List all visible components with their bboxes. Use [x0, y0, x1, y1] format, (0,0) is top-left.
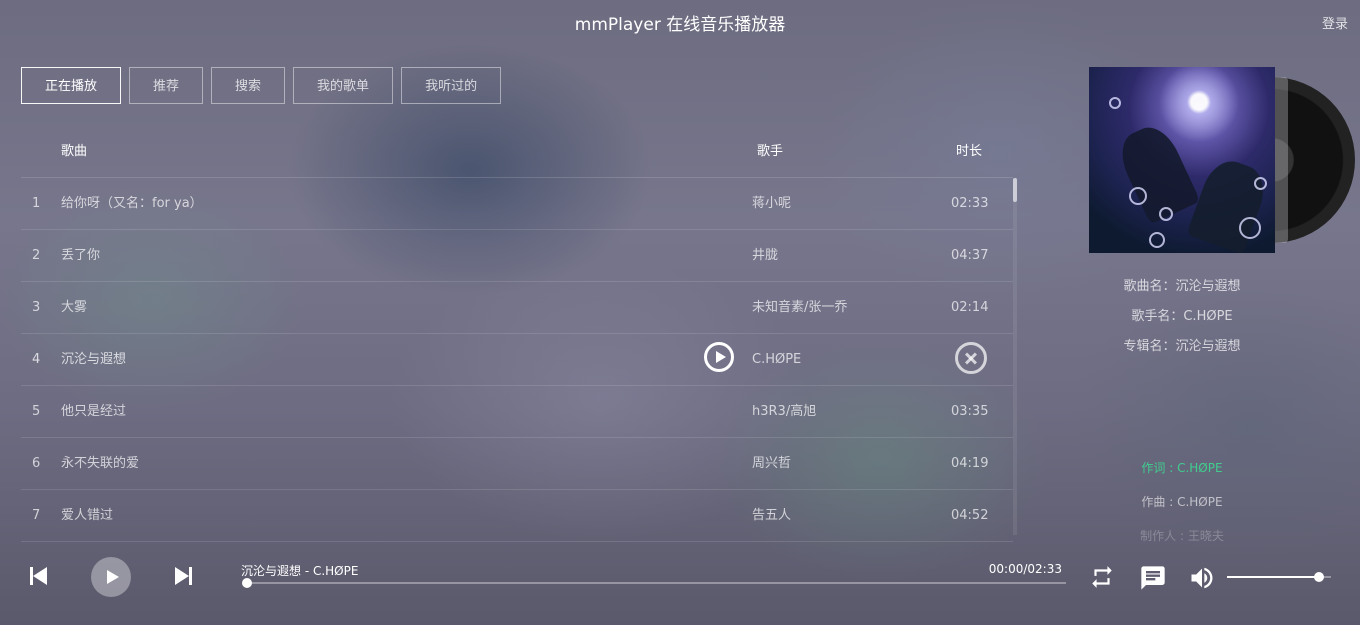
cover-art-bubble — [1129, 187, 1147, 205]
progress-bar[interactable] — [242, 578, 1066, 588]
lyric-line: 作曲 : C.HØPE — [1141, 495, 1223, 509]
login-link[interactable]: 登录 — [1322, 13, 1348, 32]
row-singer: C.HØPE — [752, 352, 802, 367]
lyric-line-current: 作词 : C.HØPE — [1141, 461, 1223, 475]
info-singer-name: 歌手名：C.HØPE — [1131, 309, 1233, 324]
row-duration: 04:37 — [951, 248, 989, 263]
skip-next-icon[interactable] — [173, 565, 195, 587]
album-cover — [1089, 67, 1275, 255]
song-list: 歌曲 歌手 时长 1 给你呀（又名：for ya） 蒋小呢 02:33 2 丢了… — [21, 127, 1017, 542]
row-singer: h3R3/高旭 — [752, 404, 817, 419]
song-row[interactable]: 6 永不失联的爱 周兴哲 04:19 — [21, 438, 1013, 490]
row-index: 6 — [32, 456, 41, 471]
column-header-duration: 时长 — [956, 144, 983, 159]
row-duration: 02:14 — [951, 300, 989, 315]
row-index: 2 — [32, 248, 41, 263]
list-scrollbar[interactable] — [1013, 178, 1017, 535]
tab-bar: 正在播放 推荐 搜索 我的歌单 我听过的 — [21, 67, 502, 104]
row-index: 5 — [32, 404, 41, 419]
playback-time: 00:00/02:33 — [988, 562, 1062, 576]
row-singer: 周兴哲 — [752, 456, 792, 471]
row-duration: 04:19 — [951, 456, 989, 471]
cover-art-bubble — [1159, 207, 1173, 221]
cover-art-hand — [1112, 119, 1201, 225]
tab-my-playlist[interactable]: 我的歌单 — [293, 67, 394, 104]
tab-history[interactable]: 我听过的 — [401, 67, 502, 104]
volume-icon[interactable] — [1188, 564, 1216, 592]
column-header-singer: 歌手 — [757, 144, 784, 159]
tab-recommend[interactable]: 推荐 — [129, 67, 204, 104]
song-row[interactable]: 5 他只是经过 h3R3/高旭 03:35 — [21, 386, 1013, 438]
cover-art-bubble — [1254, 177, 1267, 190]
player-bar: 沉沦与遐想 - C.HØPE 00:00/02:33 — [0, 540, 1360, 625]
cover-art-bubble — [1239, 217, 1261, 239]
row-song-name: 沉沦与遐想 — [61, 352, 127, 367]
row-song-name: 丢了你 — [61, 248, 101, 263]
row-song-name: 爱人错过 — [61, 508, 114, 523]
skip-previous-icon[interactable] — [28, 565, 50, 587]
play-button[interactable] — [91, 557, 131, 597]
repeat-icon[interactable] — [1089, 564, 1115, 590]
volume-fill — [1227, 576, 1319, 578]
row-delete-icon[interactable] — [955, 342, 987, 374]
row-singer: 未知音素/张一乔 — [752, 300, 848, 315]
list-header: 歌曲 歌手 时长 — [21, 127, 1013, 178]
song-row[interactable]: 1 给你呀（又名：for ya） 蒋小呢 02:33 — [21, 178, 1013, 230]
row-singer: 井胧 — [752, 248, 779, 263]
row-index: 3 — [32, 300, 41, 315]
row-index: 1 — [32, 196, 41, 211]
song-row[interactable]: 3 大雾 未知音素/张一乔 02:14 — [21, 282, 1013, 334]
info-album-name: 专辑名：沉沦与遐想 — [1123, 339, 1241, 354]
row-song-name: 永不失联的爱 — [61, 456, 140, 471]
tab-now-playing[interactable]: 正在播放 — [21, 67, 122, 104]
row-duration: 04:52 — [951, 508, 989, 523]
album-cover-area — [1089, 67, 1355, 255]
row-song-name: 他只是经过 — [61, 404, 127, 419]
row-duration: 03:35 — [951, 404, 989, 419]
volume-handle[interactable] — [1313, 572, 1324, 582]
scrollbar-thumb[interactable] — [1013, 178, 1017, 202]
progress-handle[interactable] — [242, 578, 252, 588]
comment-icon[interactable] — [1139, 564, 1167, 592]
row-singer: 告五人 — [752, 508, 792, 523]
row-duration: 02:33 — [951, 196, 989, 211]
app-title: mmPlayer 在线音乐播放器 — [574, 15, 786, 35]
row-singer: 蒋小呢 — [752, 196, 792, 211]
cover-art-bubble — [1149, 232, 1165, 248]
cover-art-bubble — [1109, 97, 1121, 109]
row-index: 4 — [32, 352, 41, 367]
row-song-name: 给你呀（又名：for ya） — [61, 196, 203, 211]
song-row[interactable]: 7 爱人错过 告五人 04:52 — [21, 490, 1013, 542]
song-row-hovered[interactable]: 4 沉沦与遐想 C.HØPE — [21, 334, 1013, 386]
now-playing-title: 沉沦与遐想 - C.HØPE — [241, 564, 359, 578]
volume-slider[interactable] — [1227, 572, 1331, 582]
play-icon — [107, 570, 119, 584]
tab-search[interactable]: 搜索 — [211, 67, 286, 104]
row-index: 7 — [32, 508, 41, 523]
row-song-name: 大雾 — [61, 300, 88, 315]
info-song-name: 歌曲名：沉沦与遐想 — [1123, 279, 1241, 294]
column-header-song: 歌曲 — [61, 144, 88, 159]
cover-art-hand — [1186, 154, 1272, 255]
song-row[interactable]: 2 丢了你 井胧 04:37 — [21, 230, 1013, 282]
row-play-icon[interactable] — [704, 342, 734, 372]
